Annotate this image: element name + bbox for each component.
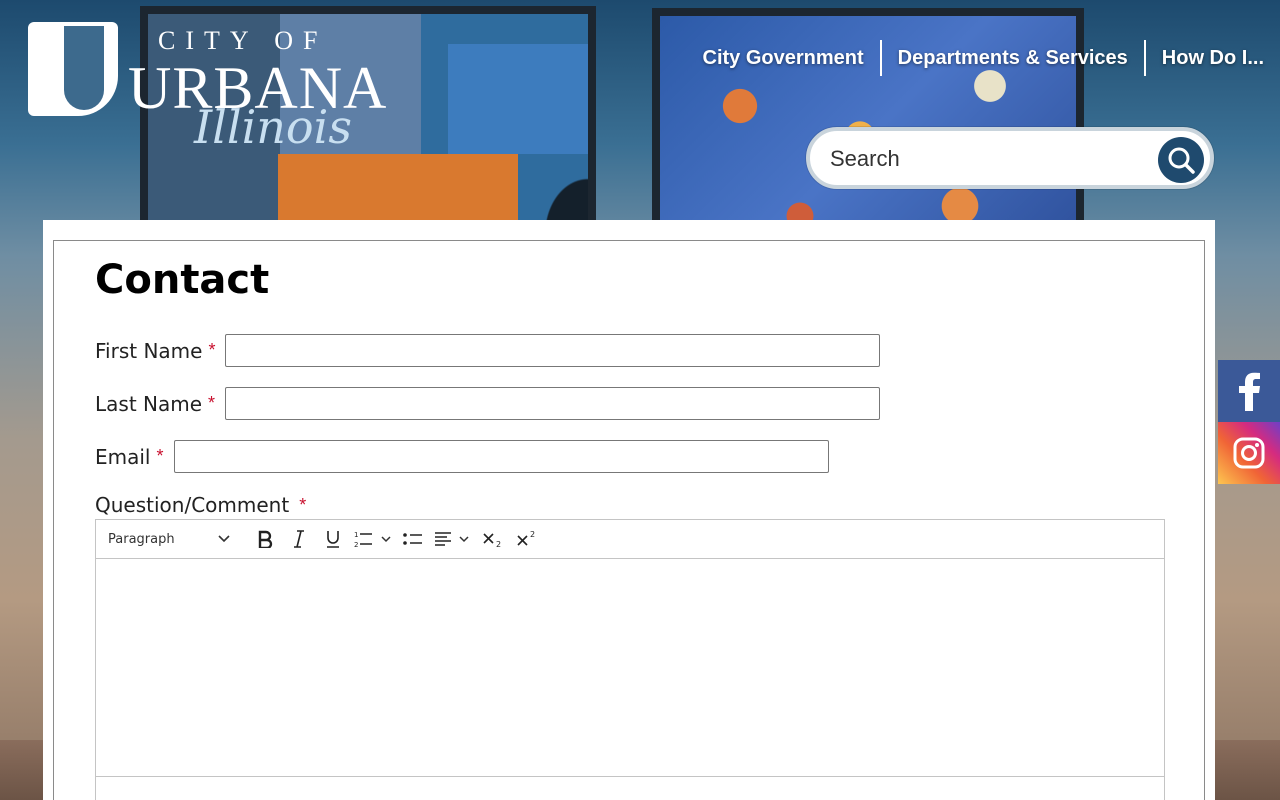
city-logo[interactable]: CITY OF URBANA Illinois	[26, 20, 386, 170]
rich-text-editor: Paragraph 1 2 2 2	[95, 519, 1165, 800]
logo-illinois: Illinois	[194, 100, 352, 154]
content-panel: Contact First Name * Last Name * Email *…	[43, 220, 1215, 800]
search-box	[806, 127, 1214, 189]
page-title: Contact	[95, 257, 270, 303]
facebook-link[interactable]	[1218, 360, 1280, 422]
first-name-row: First Name *	[95, 334, 881, 367]
svg-text:1: 1	[354, 531, 358, 539]
required-marker: *	[208, 393, 216, 413]
nav-departments-services[interactable]: Departments & Services	[882, 40, 1144, 76]
question-row: Question/Comment *	[95, 493, 316, 517]
last-name-label: Last Name	[95, 391, 203, 416]
first-name-label: First Name	[95, 338, 203, 363]
search-icon	[1168, 147, 1195, 174]
italic-button[interactable]	[282, 524, 316, 554]
svg-text:2: 2	[496, 540, 501, 548]
nav-how-do-i[interactable]: How Do I...	[1146, 40, 1280, 76]
paragraph-format-value: Paragraph	[108, 531, 175, 547]
top-navigation: City Government Departments & Services H…	[687, 40, 1280, 76]
bulleted-list-button[interactable]	[396, 524, 430, 554]
oak-leaf-crest-icon	[28, 22, 118, 116]
contact-form-container: Contact First Name * Last Name * Email *…	[53, 240, 1205, 800]
last-name-row: Last Name *	[95, 387, 881, 420]
align-left-icon	[435, 532, 469, 546]
subscript-button[interactable]: 2	[476, 524, 510, 554]
first-name-field[interactable]	[225, 334, 881, 367]
email-row: Email *	[95, 440, 829, 473]
instagram-link[interactable]	[1218, 422, 1280, 484]
superscript-icon: 2	[517, 530, 535, 546]
last-name-field[interactable]	[225, 387, 881, 420]
svg-text:2: 2	[354, 541, 358, 548]
subscript-icon: 2	[483, 533, 501, 548]
chevron-down-icon	[218, 535, 230, 543]
bold-button[interactable]	[248, 524, 282, 554]
editor-status-bar	[96, 777, 1164, 800]
alignment-button[interactable]	[430, 524, 476, 554]
search-button[interactable]	[1158, 137, 1204, 183]
paragraph-format-select[interactable]: Paragraph	[108, 532, 230, 547]
underline-icon	[327, 531, 339, 548]
question-comment-textarea[interactable]	[96, 559, 1164, 777]
email-label: Email	[95, 444, 151, 469]
numbered-list-button[interactable]: 1 2	[350, 524, 396, 554]
editor-toolbar: Paragraph 1 2 2 2	[96, 520, 1164, 559]
instagram-icon	[1233, 437, 1265, 469]
question-label: Question/Comment	[95, 493, 290, 517]
nav-city-government[interactable]: City Government	[687, 40, 880, 76]
logo-city-of: CITY OF	[158, 26, 328, 55]
bulleted-list-icon	[403, 533, 422, 545]
required-marker: *	[299, 494, 307, 515]
social-links	[1218, 360, 1280, 484]
superscript-button[interactable]: 2	[510, 524, 544, 554]
search-input[interactable]	[830, 141, 1150, 177]
italic-icon	[294, 530, 304, 548]
facebook-icon	[1239, 372, 1260, 411]
svg-text:2: 2	[530, 530, 535, 539]
email-field[interactable]	[173, 440, 829, 473]
bold-icon	[258, 530, 273, 548]
numbered-list-icon: 1 2	[354, 531, 391, 548]
underline-button[interactable]	[316, 524, 350, 554]
required-marker: *	[208, 340, 216, 360]
required-marker: *	[156, 446, 164, 466]
